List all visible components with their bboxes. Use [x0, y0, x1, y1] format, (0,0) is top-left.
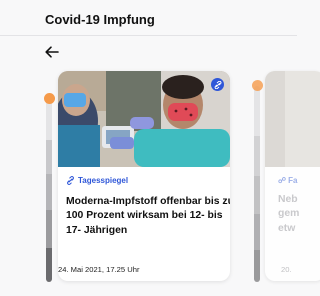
next-progress-indicator [251, 80, 263, 91]
arrow-left-icon[interactable] [44, 44, 60, 60]
next-card-date: 20. [281, 265, 292, 274]
card-date: 24. Mai 2021, 17.25 Uhr [58, 265, 140, 274]
source-link-icon [67, 176, 74, 185]
header-divider [0, 35, 297, 36]
next-card-source: ☍ Fa [278, 176, 298, 185]
progress-indicator [43, 93, 55, 104]
card-image [58, 71, 230, 167]
card-headline[interactable]: Moderna-Impfstoff offenbar bis zu 100 Pr… [66, 195, 230, 238]
next-story-progress [254, 86, 260, 282]
next-card-headline: Neb gem etw [278, 194, 300, 234]
next-card-image [265, 71, 320, 167]
page-title: Covid-19 Impfung [45, 12, 155, 27]
news-card[interactable]: Tagesspiegel Moderna-Impfstoff offenbar … [58, 71, 230, 281]
card-source[interactable]: Tagesspiegel [66, 176, 128, 185]
source-name: Tagesspiegel [78, 176, 129, 185]
story-progress [46, 96, 52, 282]
link-icon[interactable] [211, 78, 224, 91]
